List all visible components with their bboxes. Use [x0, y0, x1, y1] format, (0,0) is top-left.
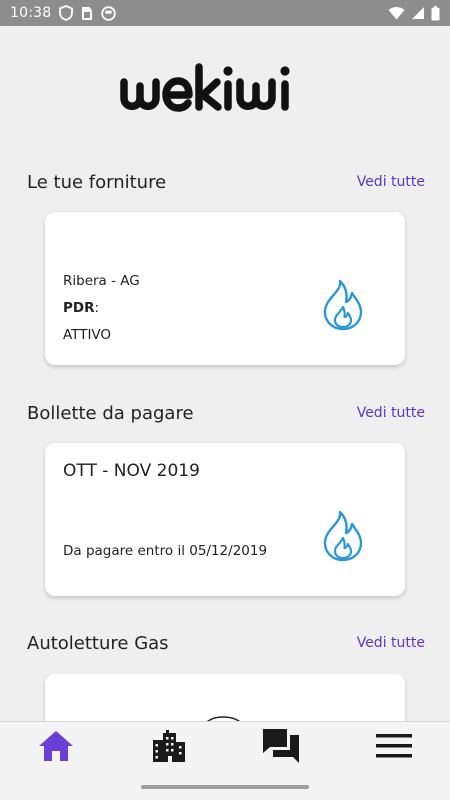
bill-card[interactable]: OTT - NOV 2019 Da pagare entro il 05/12/… — [45, 443, 405, 596]
supply-location: Ribera - AG — [63, 273, 140, 289]
sim-card-icon — [81, 6, 93, 21]
supply-pdr: PDR: — [63, 298, 140, 325]
menu-icon — [375, 733, 412, 763]
gesture-handle[interactable] — [141, 784, 309, 789]
chat-icon — [261, 727, 301, 769]
supplies-title: Le tue forniture — [27, 171, 167, 193]
status-bar-right — [388, 5, 440, 21]
status-time: 10:38 — [10, 5, 52, 21]
readings-title: Autoletture Gas — [27, 632, 169, 654]
supply-details: Ribera - AG PDR: ATTIVO — [63, 271, 140, 352]
supplies-see-all-link[interactable]: Vedi tutte — [357, 174, 425, 190]
supply-card[interactable]: Ribera - AG PDR: ATTIVO — [45, 212, 405, 365]
bills-title: Bollette da pagare — [27, 402, 194, 424]
bills-see-all-link[interactable]: Vedi tutte — [357, 405, 425, 421]
nav-menu[interactable] — [364, 722, 424, 774]
signal-icon — [411, 6, 425, 20]
bills-section-header: Bollette da pagare Vedi tutte — [27, 399, 425, 427]
brand-logo — [0, 48, 450, 128]
flame-icon — [321, 509, 365, 567]
nav-chat[interactable] — [251, 722, 311, 774]
nav-buildings[interactable] — [139, 722, 199, 774]
app-notification-icon — [101, 5, 117, 21]
shield-icon — [59, 5, 74, 21]
status-bar-left: 10:38 — [10, 5, 117, 21]
pdr-label: PDR — [63, 300, 95, 316]
wekiwi-logo — [120, 63, 290, 112]
supplies-section-header: Le tue forniture Vedi tutte — [27, 168, 425, 196]
bill-period: OTT - NOV 2019 — [63, 461, 200, 481]
pdr-suffix: : — [94, 300, 100, 316]
supply-status: ATTIVO — [63, 327, 112, 343]
readings-section-header: Autoletture Gas Vedi tutte — [27, 629, 425, 657]
status-bar: 10:38 — [0, 0, 450, 26]
wifi-icon — [388, 6, 405, 20]
nav-home[interactable] — [26, 722, 86, 774]
bottom-navigation — [0, 721, 450, 773]
home-icon — [37, 729, 75, 767]
bill-due-date: Da pagare entro il 05/12/2019 — [63, 543, 268, 559]
battery-icon — [431, 5, 440, 21]
readings-see-all-link[interactable]: Vedi tutte — [357, 635, 425, 651]
gesture-navigation-area — [0, 773, 450, 800]
buildings-icon — [151, 728, 187, 768]
flame-icon — [321, 278, 365, 336]
